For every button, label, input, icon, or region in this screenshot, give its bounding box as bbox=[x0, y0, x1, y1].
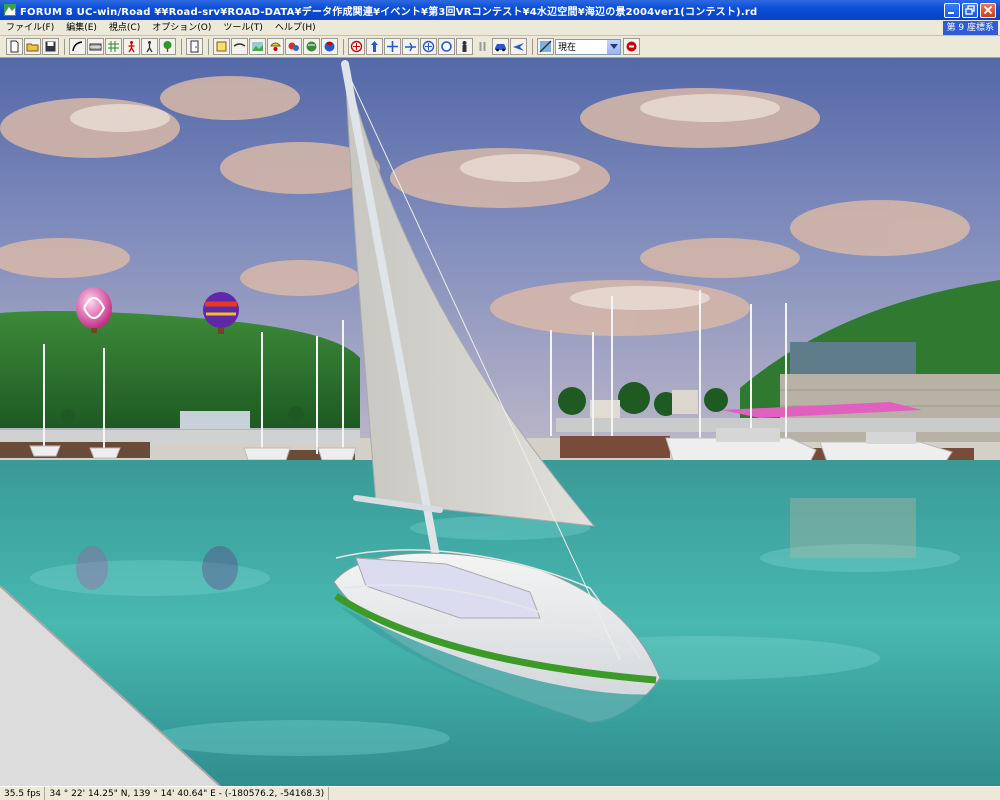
flight-icon bbox=[405, 42, 416, 52]
chevron-down-icon[interactable] bbox=[607, 39, 620, 54]
menu-tools[interactable]: ツール(T) bbox=[217, 20, 269, 36]
stop-icon bbox=[626, 41, 637, 52]
minimize-button[interactable] bbox=[944, 2, 960, 18]
harbor-scene bbox=[0, 58, 1000, 786]
fps-readout: 35.5 fps bbox=[0, 786, 46, 800]
landscape-icon bbox=[252, 42, 263, 51]
sun-time-button[interactable] bbox=[537, 38, 554, 55]
restore-icon bbox=[965, 5, 975, 15]
person-icon bbox=[462, 41, 467, 52]
map-icon bbox=[306, 41, 317, 52]
door-button[interactable] bbox=[186, 38, 203, 55]
line-button[interactable] bbox=[231, 38, 248, 55]
pedestrian-icon bbox=[128, 41, 135, 53]
terrain-grid-button[interactable] bbox=[105, 38, 122, 55]
move-up-button[interactable] bbox=[366, 38, 383, 55]
rotate-button[interactable] bbox=[348, 38, 365, 55]
sun-time-icon bbox=[539, 40, 552, 53]
door-icon bbox=[190, 40, 199, 53]
model-button[interactable] bbox=[213, 38, 230, 55]
menu-edit[interactable]: 編集(E) bbox=[60, 20, 103, 36]
person-button[interactable] bbox=[456, 38, 473, 55]
move-cross-button[interactable] bbox=[384, 38, 401, 55]
open-folder-button[interactable] bbox=[24, 38, 41, 55]
menu-options[interactable]: オプション(O) bbox=[146, 20, 217, 36]
landscape-button[interactable] bbox=[249, 38, 266, 55]
close-icon bbox=[983, 5, 993, 15]
3d-viewport[interactable] bbox=[0, 58, 1000, 786]
object-button[interactable] bbox=[285, 38, 302, 55]
stop-button[interactable] bbox=[623, 38, 640, 55]
toolbar-separator bbox=[208, 38, 209, 55]
minimize-icon bbox=[948, 12, 954, 14]
vehicle-button[interactable] bbox=[267, 38, 284, 55]
zoom-button[interactable] bbox=[438, 38, 455, 55]
tree-icon bbox=[163, 41, 172, 52]
road-curve-icon bbox=[72, 41, 83, 52]
position-readout: 34 ° 22' 14.25" N, 139 ° 14' 40.64" E - … bbox=[45, 786, 330, 800]
pedestrian-button[interactable] bbox=[123, 38, 140, 55]
move-cross-icon bbox=[387, 41, 398, 52]
toolbar: 現在 bbox=[0, 36, 1000, 58]
line-icon bbox=[233, 43, 246, 47]
window-title: FORUM 8 UC-win/Road ¥¥Road-srv¥ROAD-DATA… bbox=[20, 6, 758, 18]
app-window: FORUM 8 UC-win/Road ¥¥Road-srv¥ROAD-DATA… bbox=[0, 0, 1000, 800]
map-button[interactable] bbox=[303, 38, 320, 55]
road-curve-button[interactable] bbox=[69, 38, 86, 55]
status-bar: 35.5 fps 34 ° 22' 14.25" N, 139 ° 14' 40… bbox=[0, 786, 1000, 800]
zoom-icon bbox=[441, 41, 452, 52]
menu-viewpoint[interactable]: 視点(C) bbox=[103, 20, 146, 36]
sphere-icon bbox=[324, 41, 335, 52]
save-icon bbox=[45, 41, 56, 52]
toolbar-separator bbox=[532, 38, 533, 55]
close-button[interactable] bbox=[980, 2, 996, 18]
flight-button[interactable] bbox=[402, 38, 419, 55]
app-logo-icon bbox=[3, 3, 17, 17]
terrain-grid-icon bbox=[108, 41, 119, 52]
plane-icon bbox=[513, 43, 524, 51]
plane-button[interactable] bbox=[510, 38, 527, 55]
car-button[interactable] bbox=[492, 38, 509, 55]
menu-bar: ファイル(F) 編集(E) 視点(C) オプション(O) ツール(T) ヘルプ(… bbox=[0, 20, 1000, 36]
cross-section-button[interactable] bbox=[87, 38, 104, 55]
tree-button[interactable] bbox=[159, 38, 176, 55]
rotate-icon bbox=[350, 40, 363, 53]
toolbar-separator bbox=[181, 38, 182, 55]
menu-file[interactable]: ファイル(F) bbox=[0, 20, 60, 36]
move-up-icon bbox=[371, 41, 378, 52]
new-file-button[interactable] bbox=[6, 38, 23, 55]
save-button[interactable] bbox=[42, 38, 59, 55]
toolbar-separator bbox=[64, 38, 65, 55]
title-bar[interactable]: FORUM 8 UC-win/Road ¥¥Road-srv¥ROAD-DATA… bbox=[0, 0, 1000, 20]
walker-button[interactable] bbox=[141, 38, 158, 55]
navigate-icon bbox=[422, 40, 435, 53]
pause-button[interactable] bbox=[474, 38, 491, 55]
pause-icon bbox=[479, 42, 486, 51]
vehicle-icon bbox=[270, 42, 281, 51]
navigate-button[interactable] bbox=[420, 38, 437, 55]
cross-section-icon bbox=[89, 43, 102, 51]
menu-help[interactable]: ヘルプ(H) bbox=[269, 20, 322, 36]
toolbar-separator bbox=[343, 38, 344, 55]
time-select-value: 現在 bbox=[558, 43, 577, 53]
new-file-icon bbox=[10, 40, 19, 53]
walker-icon bbox=[146, 41, 153, 53]
sphere-button[interactable] bbox=[321, 38, 338, 55]
open-folder-icon bbox=[26, 43, 39, 52]
model-icon bbox=[216, 41, 227, 52]
car-icon bbox=[495, 44, 506, 52]
time-select[interactable]: 現在 bbox=[555, 38, 621, 55]
restore-button[interactable] bbox=[962, 2, 978, 18]
object-icon bbox=[288, 42, 299, 51]
coordinate-system-badge[interactable]: 第 9 座標系 bbox=[942, 21, 998, 35]
